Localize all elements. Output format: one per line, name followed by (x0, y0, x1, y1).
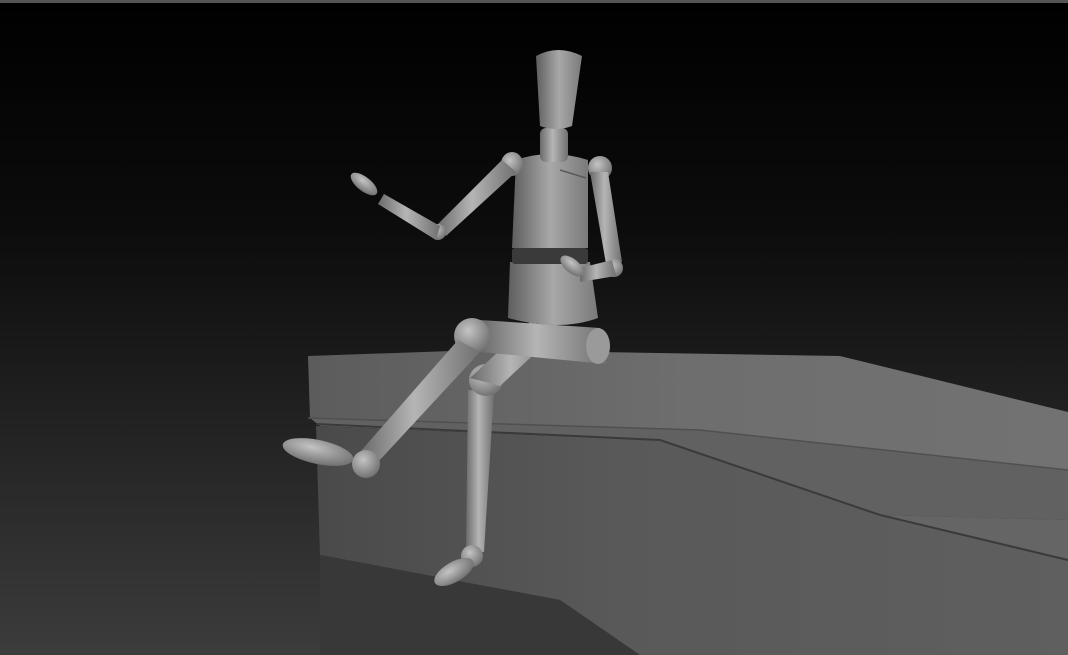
scene-render (0, 0, 1068, 655)
top-border (0, 0, 1068, 3)
right-ankle-joint (352, 450, 380, 478)
3d-viewport[interactable] (0, 0, 1068, 655)
neck (540, 128, 568, 162)
chest (512, 154, 588, 248)
right-hip-cap (586, 328, 610, 364)
